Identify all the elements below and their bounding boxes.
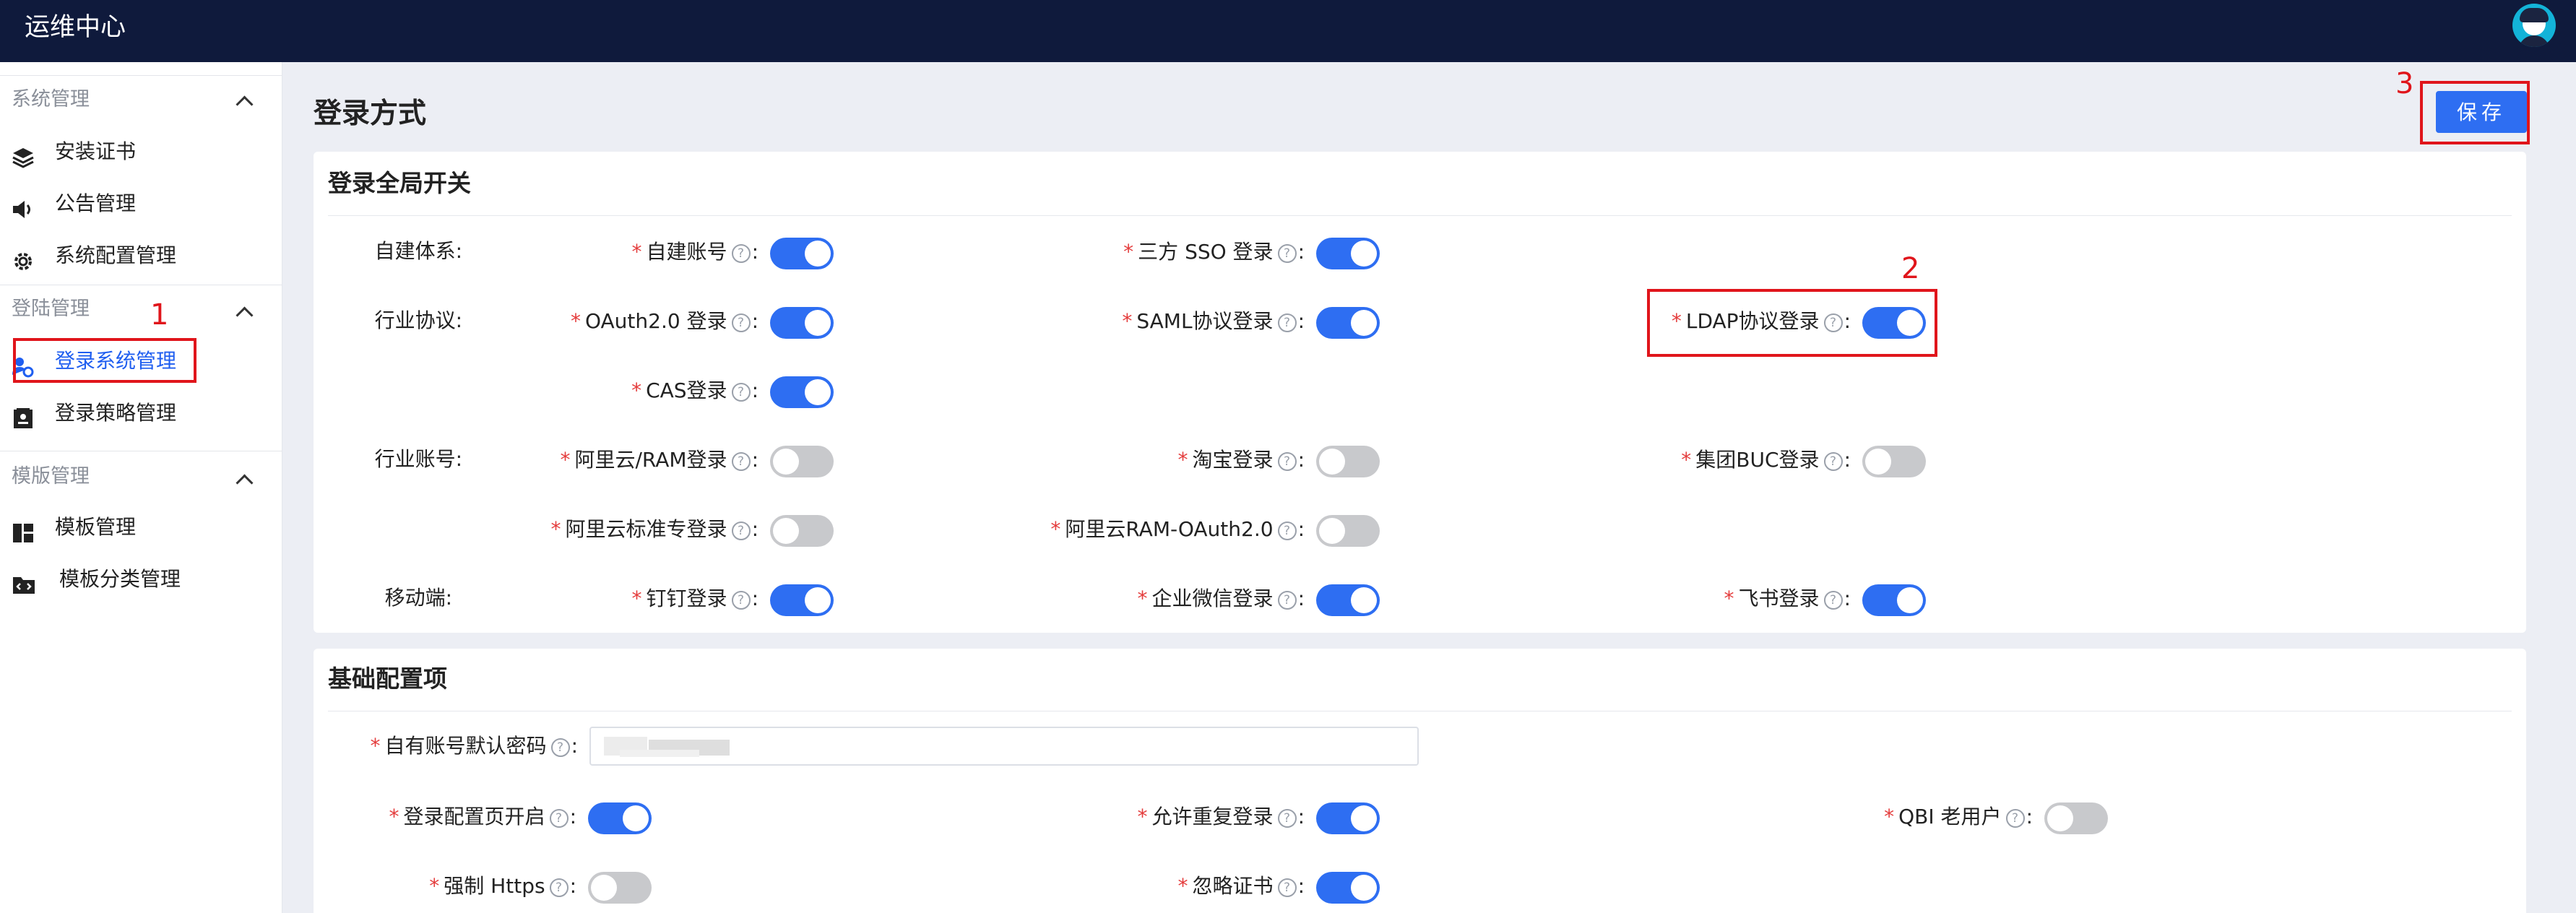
help-icon[interactable]: ? [1277, 452, 1297, 471]
row-label-mobile: 移动端: [384, 586, 452, 610]
layers-icon [12, 142, 35, 168]
sidebar-item-template[interactable]: 模板管理 [12, 507, 272, 548]
row-label-industry-protocol: 行业协议: [374, 308, 462, 332]
toggle-force-https[interactable] [588, 872, 652, 904]
help-icon[interactable]: ? [1277, 878, 1297, 897]
field-dingtalk: * 钉钉登录?: [506, 582, 834, 616]
help-icon[interactable]: ? [1277, 244, 1297, 263]
sidebar-group-login[interactable]: 登陆管理 [12, 295, 90, 324]
sidebar-item-login-policy[interactable]: 登录策略管理 [12, 393, 272, 433]
card-title: 登录全局开关 [328, 169, 471, 197]
field-feishu: * 飞书登录?: [1598, 582, 1926, 616]
annotation-box-2 [1647, 289, 1937, 357]
toggle-saml[interactable] [1316, 307, 1380, 339]
top-bar: 运维中心 [0, 0, 2576, 62]
annotation-box-1 [13, 338, 196, 383]
field-aliyun-standard: * 阿里云标准专登录?: [506, 513, 834, 547]
default-password-input[interactable] [589, 727, 1419, 766]
field-aliyun-ram: * 阿里云/RAM登录?: [506, 443, 834, 477]
help-icon[interactable]: ? [1823, 452, 1843, 471]
help-icon[interactable]: ? [1823, 591, 1843, 610]
toggle-login-config-page[interactable] [588, 802, 652, 834]
toggle-aliyun-ram-oauth[interactable] [1316, 515, 1380, 547]
toggle-qbi-old-user[interactable] [2044, 802, 2108, 834]
annotation-label-1: 1 [150, 298, 169, 332]
toggle-oauth2[interactable] [770, 307, 834, 339]
field-ignore-cert: * 忽略证书?: [1052, 870, 1380, 904]
gear-icon [12, 246, 35, 270]
field-taobao: * 淘宝登录?: [1052, 443, 1380, 477]
page-title: 登录方式 [314, 98, 427, 130]
toggle-allow-repeat-login[interactable] [1316, 802, 1380, 834]
toggle-ignore-cert[interactable] [1316, 872, 1380, 904]
toggle-third-party-sso[interactable] [1316, 238, 1380, 269]
app-title: 运维中心 [25, 13, 126, 42]
sidebar-group-system[interactable]: 系统管理 [12, 85, 90, 114]
toggle-aliyun-ram[interactable] [770, 446, 834, 477]
sidebar-item-template-category[interactable]: 模板分类管理 [12, 559, 272, 600]
field-cas: * CAS登录?: [506, 374, 834, 408]
help-icon[interactable]: ? [2005, 809, 2025, 828]
toggle-taobao[interactable] [1316, 446, 1380, 477]
user-avatar[interactable] [2512, 4, 2556, 47]
help-icon[interactable]: ? [1277, 809, 1297, 828]
help-icon[interactable]: ? [731, 383, 751, 402]
sidebar-item-install-cert[interactable]: 安装证书 [12, 131, 272, 172]
field-saml: * SAML协议登录?: [1052, 305, 1380, 339]
card-title: 基础配置项 [328, 665, 447, 693]
annotation-box-3 [2420, 81, 2530, 144]
help-icon[interactable]: ? [549, 878, 569, 897]
help-icon[interactable]: ? [731, 591, 751, 610]
toggle-self-account[interactable] [770, 238, 834, 269]
chevron-up-icon[interactable] [235, 95, 254, 113]
field-aliyun-ram-oauth: * 阿里云RAM-OAuth2.0?: [1011, 513, 1380, 547]
speaker-icon [12, 194, 35, 218]
field-group-buc: * 集团BUC登录?: [1598, 443, 1926, 477]
field-default-password: * 自有账号默认密码?: [370, 734, 578, 758]
field-allow-repeat-login: * 允许重复登录?: [1052, 800, 1380, 834]
toggle-dingtalk[interactable] [770, 584, 834, 616]
help-icon[interactable]: ? [731, 313, 751, 332]
help-icon[interactable]: ? [1277, 591, 1297, 610]
help-icon[interactable]: ? [549, 809, 569, 828]
row-label-self-built: 自建体系: [374, 239, 462, 263]
chevron-up-icon[interactable] [235, 474, 254, 492]
annotation-label-2: 2 [1901, 252, 1920, 285]
help-icon[interactable]: ? [731, 244, 751, 263]
chevron-up-icon[interactable] [235, 306, 254, 324]
code-folder-icon [12, 569, 35, 594]
row-label-industry-account: 行业账号: [374, 447, 462, 471]
help-icon[interactable]: ? [731, 452, 751, 471]
field-oauth2: * OAuth2.0 登录?: [506, 305, 834, 339]
field-wecom: * 企业微信登录?: [1052, 582, 1380, 616]
toggle-feishu[interactable] [1862, 584, 1926, 616]
help-icon[interactable]: ? [1277, 313, 1297, 332]
help-icon[interactable]: ? [731, 522, 751, 540]
id-card-icon [12, 403, 35, 428]
toggle-aliyun-standard[interactable] [770, 515, 834, 547]
toggle-cas[interactable] [770, 376, 834, 408]
toggle-group-buc[interactable] [1862, 446, 1926, 477]
field-self-account: * 自建账号?: [506, 235, 834, 269]
toggle-wecom[interactable] [1316, 584, 1380, 616]
sidebar-item-system-config[interactable]: 系统配置管理 [12, 235, 272, 276]
annotation-label-3: 3 [2395, 67, 2414, 100]
help-icon[interactable]: ? [1277, 522, 1297, 540]
field-third-party-sso: * 三方 SSO 登录?: [1052, 235, 1380, 269]
sidebar: 系统管理 安装证书 公告管理 系统配置管理 登陆管理 登录系统管理 登录策略管理… [0, 62, 282, 913]
dashboard-icon [12, 517, 35, 542]
sidebar-group-template[interactable]: 模版管理 [12, 462, 90, 491]
field-qbi-old-user: * QBI 老用户?: [1780, 800, 2108, 834]
sidebar-item-announcement[interactable]: 公告管理 [12, 183, 272, 224]
field-login-config-page: * 登录配置页开启?: [325, 800, 652, 834]
field-force-https: * 强制 Https?: [325, 870, 652, 904]
help-icon[interactable]: ? [550, 738, 570, 757]
